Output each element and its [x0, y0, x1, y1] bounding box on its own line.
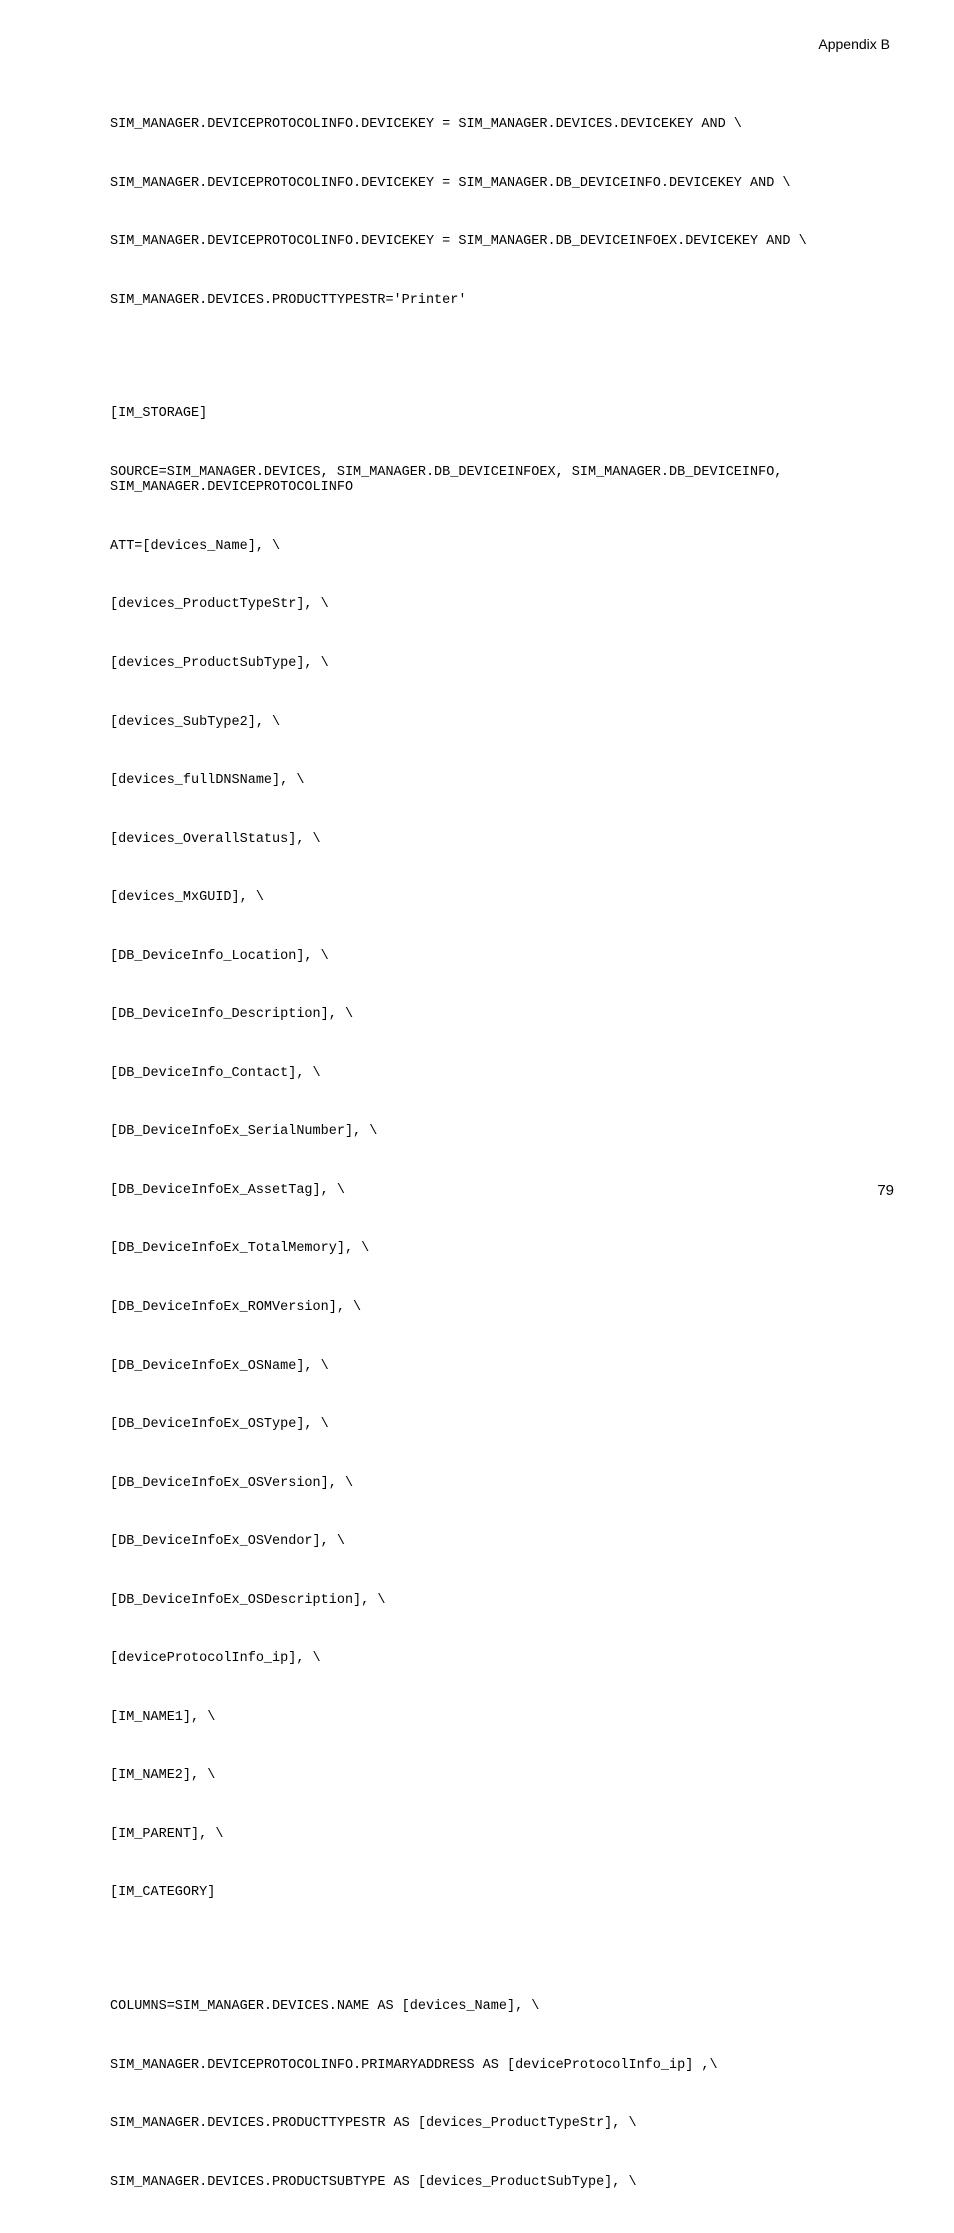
code-line: [DB_DeviceInfoEx_OSName], \ [110, 1359, 896, 1375]
code-line: [devices_OverallStatus], \ [110, 832, 896, 848]
code-line: [IM_NAME2], \ [110, 1768, 896, 1784]
code-line: SIM_MANAGER.DEVICEPROTOCOLINFO.DEVICEKEY… [110, 234, 896, 250]
page-header: Appendix B [110, 36, 896, 52]
code-line: SIM_MANAGER.DEVICEPROTOCOLINFO.PRIMARYAD… [110, 2058, 896, 2074]
code-line: SIM_MANAGER.DEVICEPROTOCOLINFO.DEVICEKEY… [110, 117, 896, 133]
code-line: [DB_DeviceInfo_Location], \ [110, 949, 896, 965]
code-line: [DB_DeviceInfo_Contact], \ [110, 1066, 896, 1082]
code-line: [DB_DeviceInfoEx_AssetTag], \ [110, 1183, 896, 1199]
code-line: [IM_STORAGE] [110, 406, 896, 422]
code-line: SIM_MANAGER.DEVICEPROTOCOLINFO.DEVICEKEY… [110, 176, 896, 192]
code-line: ATT=[devices_Name], \ [110, 539, 896, 555]
code-line: [DB_DeviceInfoEx_OSVendor], \ [110, 1534, 896, 1550]
page-number: 79 [877, 1182, 894, 1199]
code-block: SIM_MANAGER.DEVICEPROTOCOLINFO.DEVICEKEY… [110, 86, 896, 2233]
code-line: [DB_DeviceInfoEx_SerialNumber], \ [110, 1124, 896, 1140]
code-line: SIM_MANAGER.DEVICES.PRODUCTSUBTYPE AS [d… [110, 2175, 896, 2191]
code-line: [DB_DeviceInfoEx_OSDescription], \ [110, 1593, 896, 1609]
code-line: [devices_ProductTypeStr], \ [110, 597, 896, 613]
code-line: [devices_MxGUID], \ [110, 890, 896, 906]
code-line: SOURCE=SIM_MANAGER.DEVICES, SIM_MANAGER.… [110, 465, 896, 496]
document-page: Appendix B SIM_MANAGER.DEVICEPROTOCOLINF… [0, 0, 954, 1235]
code-line: [IM_CATEGORY] [110, 1885, 896, 1901]
code-line: [DB_DeviceInfo_Description], \ [110, 1007, 896, 1023]
code-line: [devices_SubType2], \ [110, 715, 896, 731]
code-line: SIM_MANAGER.DEVICES.PRODUCTTYPESTR='Prin… [110, 293, 896, 309]
code-line: [devices_fullDNSName], \ [110, 773, 896, 789]
code-line: COLUMNS=SIM_MANAGER.DEVICES.NAME AS [dev… [110, 1999, 896, 2015]
code-line: [IM_NAME1], \ [110, 1710, 896, 1726]
code-line: [DB_DeviceInfoEx_OSType], \ [110, 1417, 896, 1433]
code-line: [devices_ProductSubType], \ [110, 656, 896, 672]
code-line: [DB_DeviceInfoEx_TotalMemory], \ [110, 1241, 896, 1257]
code-line: SIM_MANAGER.DEVICES.PRODUCTTYPESTR AS [d… [110, 2116, 896, 2132]
code-line: [DB_DeviceInfoEx_OSVersion], \ [110, 1476, 896, 1492]
code-line: [DB_DeviceInfoEx_ROMVersion], \ [110, 1300, 896, 1316]
code-line: [deviceProtocolInfo_ip], \ [110, 1651, 896, 1667]
code-line: [IM_PARENT], \ [110, 1827, 896, 1843]
